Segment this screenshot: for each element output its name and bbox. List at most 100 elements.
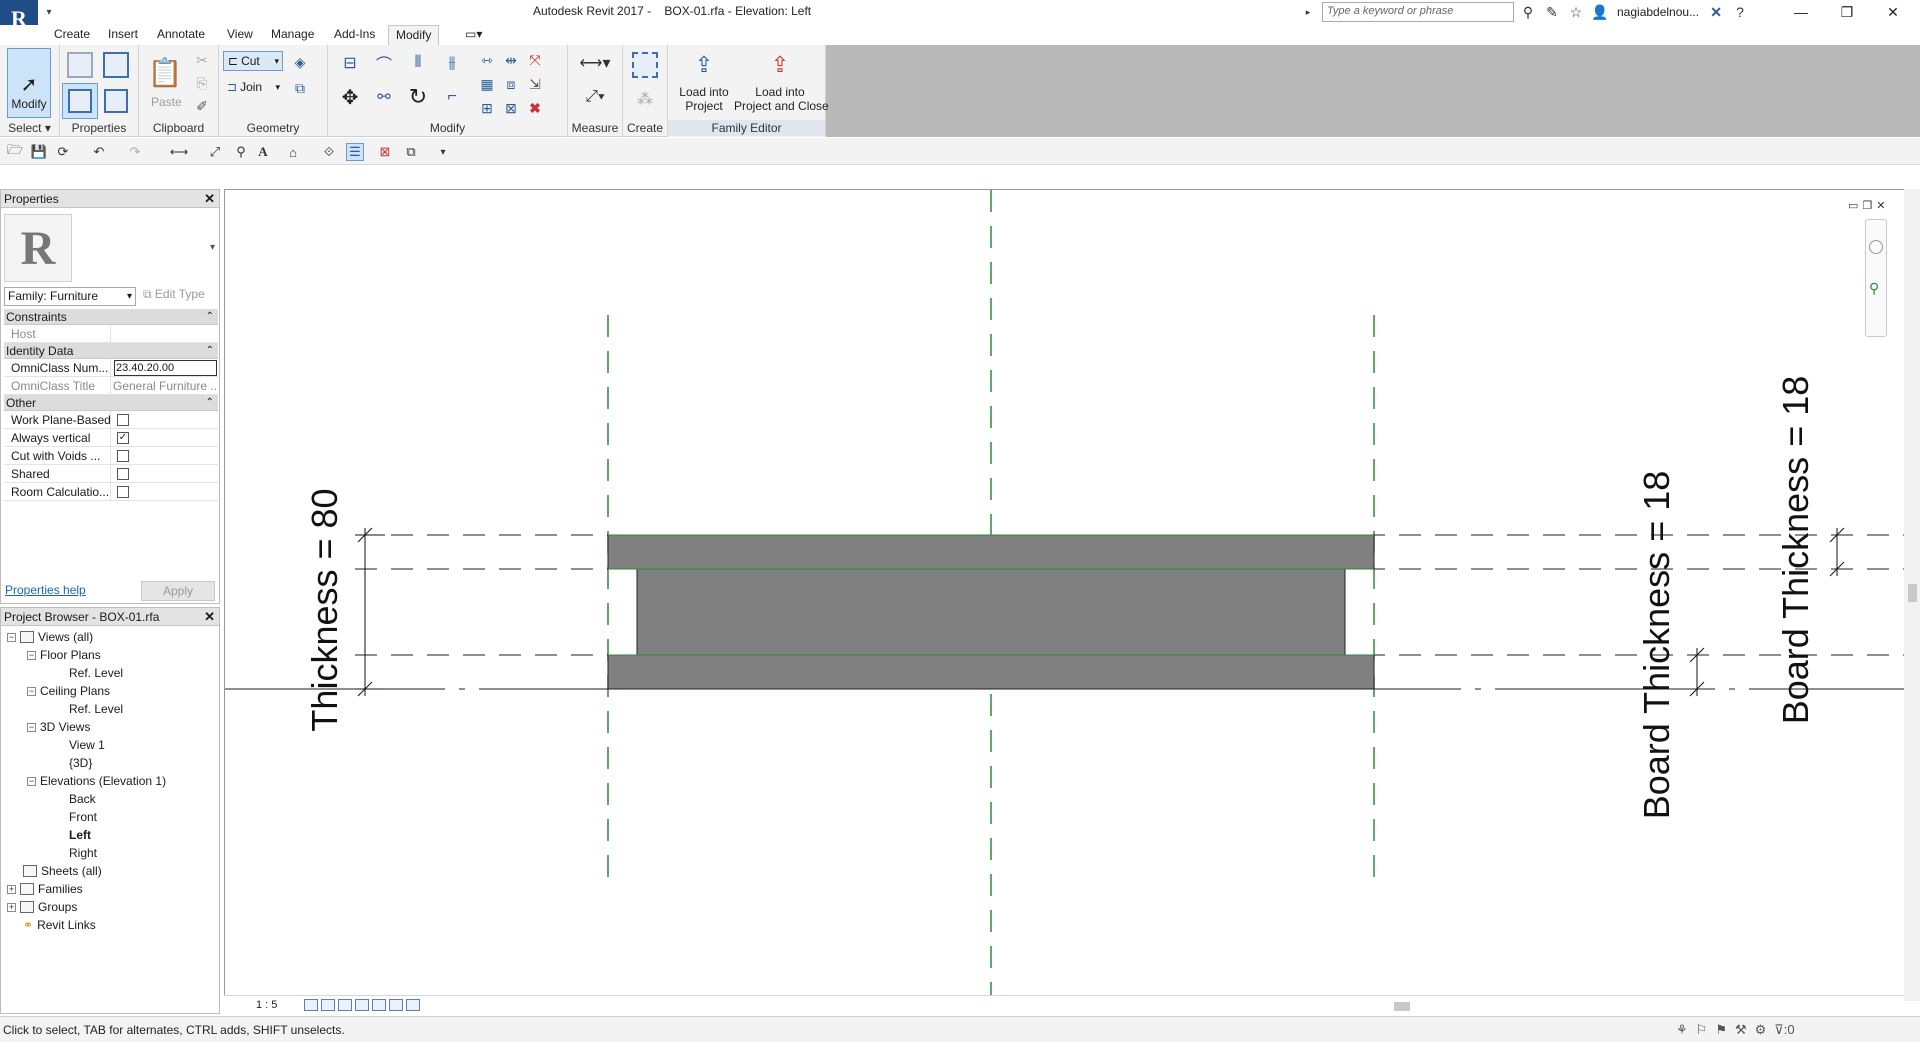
tree-elevations[interactable]: − Elevations (Elevation 1) <box>27 774 166 788</box>
tab-create[interactable]: Create <box>47 25 97 45</box>
tree-groups[interactable]: + Groups <box>7 900 77 914</box>
customize-qat-icon[interactable]: ▾ <box>434 143 452 161</box>
omniclass-number-input[interactable]: 23.40.20.00 <box>114 360 217 376</box>
offset-icon[interactable]: ⌒ <box>370 49 398 77</box>
undo-icon[interactable]: ↶ <box>90 143 108 161</box>
thickness-dimension-label[interactable]: Thickness = 80 <box>304 488 345 731</box>
create-group-icon[interactable] <box>629 49 661 81</box>
visual-style-icon[interactable] <box>321 999 335 1011</box>
tree-3d-views[interactable]: −3D Views <box>27 720 90 734</box>
split-element-icon[interactable]: ⇿ <box>476 49 498 71</box>
group-constraints[interactable]: Constraints ⌃ <box>4 309 218 325</box>
array-icon[interactable]: ▦ <box>476 73 498 95</box>
view-scale[interactable]: 1 : 5 <box>256 999 277 1011</box>
tree-elevation-right[interactable]: Right <box>69 846 97 860</box>
property-row-omniclass-title[interactable]: OmniClass Title General Furniture ... <box>4 377 218 395</box>
aligned-dimension-icon[interactable]: ⤢▾ <box>572 83 618 111</box>
thin-lines-icon[interactable]: ☰ <box>346 143 364 161</box>
trim-single-icon[interactable]: ⊠ <box>500 97 522 119</box>
vertical-scroll-thumb[interactable] <box>1908 584 1917 602</box>
tree-view-1[interactable]: View 1 <box>69 738 105 752</box>
binoculars-icon[interactable]: ⚲ <box>1518 2 1538 22</box>
select-by-face-icon[interactable]: ⚒ <box>1735 1022 1747 1038</box>
family-category-icon[interactable] <box>62 47 98 83</box>
tree-families[interactable]: + Families <box>7 882 83 896</box>
tree-ceiling-plans[interactable]: − Ceiling Plans <box>27 684 110 698</box>
drawing-canvas[interactable]: Thickness = 80 Board Thickness = 18 Boar… <box>224 189 1905 1001</box>
close-hidden-windows-icon[interactable]: ⊠ <box>376 143 394 161</box>
drag-elements-icon[interactable]: ⚙ <box>1755 1022 1767 1038</box>
cut-with-voids-checkbox[interactable] <box>117 450 129 462</box>
pin-icon[interactable]: ⇲ <box>524 73 546 95</box>
steering-wheel-icon[interactable] <box>1869 240 1883 254</box>
match-properties-icon[interactable]: ✐ <box>191 95 213 117</box>
scale-icon[interactable]: ⧈ <box>500 73 522 95</box>
horizontal-scroll-thumb[interactable] <box>1394 1002 1410 1011</box>
select-links-icon[interactable]: ⚘ <box>1676 1022 1688 1038</box>
mirror-pick-axis-icon[interactable]: ⫴ <box>404 49 432 77</box>
tree-revit-links[interactable]: ⚭ Revit Links <box>23 918 96 932</box>
tree-elevation-left[interactable]: Left <box>69 828 91 842</box>
delete-icon[interactable]: ✖ <box>524 97 546 119</box>
room-calculation-checkbox[interactable] <box>117 486 129 498</box>
mirror-draw-axis-icon[interactable]: ⫵ <box>438 49 466 77</box>
search-input[interactable]: Type a keyword or phrase <box>1322 2 1514 22</box>
tree-floor-plans[interactable]: − Floor Plans <box>27 648 101 662</box>
redo-icon[interactable]: ↷ <box>126 143 144 161</box>
zoom-icon[interactable]: ⚲ <box>1869 280 1879 297</box>
chevron-down-icon[interactable]: ▾ <box>210 242 215 253</box>
temporary-hide-icon[interactable] <box>406 999 420 1011</box>
property-row-always-vertical[interactable]: Always vertical ✓ <box>4 429 218 447</box>
join-button[interactable]: ⊐ Join ▾ <box>223 77 283 97</box>
close-button[interactable]: ✕ <box>1870 0 1916 24</box>
save-icon[interactable]: 💾 <box>30 143 48 161</box>
top-board[interactable] <box>607 534 1375 570</box>
board-thickness-label-1[interactable]: Board Thickness = 18 <box>1636 471 1677 820</box>
restore-button[interactable]: ❐ <box>1824 0 1870 24</box>
property-row-room-calculation[interactable]: Room Calculatio... <box>4 483 218 501</box>
apply-button[interactable]: Apply <box>141 581 215 601</box>
select-underlay-icon[interactable]: ⚐ <box>1696 1022 1708 1038</box>
load-into-project-close-icon[interactable]: ⇪ <box>756 49 804 81</box>
user-name[interactable]: nagiabdelnou... <box>1614 5 1702 19</box>
select-pinned-icon[interactable]: ⚑ <box>1715 1022 1727 1038</box>
property-row-shared[interactable]: Shared <box>4 465 218 483</box>
tab-modify[interactable]: Modify <box>388 25 440 45</box>
close-view-icon[interactable]: ✕ <box>1876 199 1885 212</box>
horizontal-scrollbar[interactable] <box>454 1000 1899 1012</box>
tab-insert[interactable]: Insert <box>101 25 145 45</box>
tag-icon[interactable]: ⚲ <box>232 143 250 161</box>
tab-add-ins[interactable]: Add-Ins <box>327 25 382 45</box>
copy-icon[interactable]: ⎘ <box>191 72 213 94</box>
work-plane-based-checkbox[interactable] <box>117 414 129 426</box>
3d-view-icon[interactable]: ⌂ <box>284 143 302 161</box>
switch-windows-icon[interactable]: ⧉ <box>402 143 420 161</box>
tree-elevation-front[interactable]: Front <box>69 810 97 824</box>
help-icon[interactable]: ? <box>1730 2 1750 22</box>
tab-manage[interactable]: Manage <box>264 25 321 45</box>
property-row-host[interactable]: Host <box>4 325 218 343</box>
group-identity-data[interactable]: Identity Data ⌃ <box>4 343 218 359</box>
edit-type-button[interactable]: ⧉ Edit Type <box>143 287 205 302</box>
open-icon[interactable]: 🗁 <box>6 142 24 161</box>
property-row-work-plane-based[interactable]: Work Plane-Based <box>4 411 218 429</box>
split-face-icon[interactable]: ⧉ <box>289 77 311 99</box>
family-types-icon[interactable] <box>98 47 134 83</box>
tree-sheets[interactable]: Sheets (all) <box>23 864 102 878</box>
tree-ceiling-ref-level[interactable]: Ref. Level <box>69 702 123 716</box>
align-icon[interactable]: ⊟ <box>336 49 364 77</box>
trim-multiple-icon[interactable]: ⊞ <box>476 97 498 119</box>
sections-icon[interactable]: ⟐ <box>320 143 338 161</box>
group-other[interactable]: Other ⌃ <box>4 395 218 411</box>
detail-level-icon[interactable] <box>304 999 318 1011</box>
shared-checkbox[interactable] <box>117 468 129 480</box>
minimize-button[interactable]: — <box>1778 0 1824 24</box>
cut-clipboard-icon[interactable]: ✂ <box>191 49 213 71</box>
cut-geometry-button[interactable]: ⊏ Cut ▾ <box>223 51 283 71</box>
rotate-icon[interactable]: ↻ <box>404 83 432 111</box>
show-crop-icon[interactable] <box>389 999 403 1011</box>
tree-views-all[interactable]: − Views (all) <box>7 630 93 644</box>
split-gap-icon[interactable]: ⇹ <box>500 49 522 71</box>
tab-annotate[interactable]: Annotate <box>150 25 212 45</box>
contextual-tab-icon[interactable]: ▭▾ <box>458 25 489 45</box>
